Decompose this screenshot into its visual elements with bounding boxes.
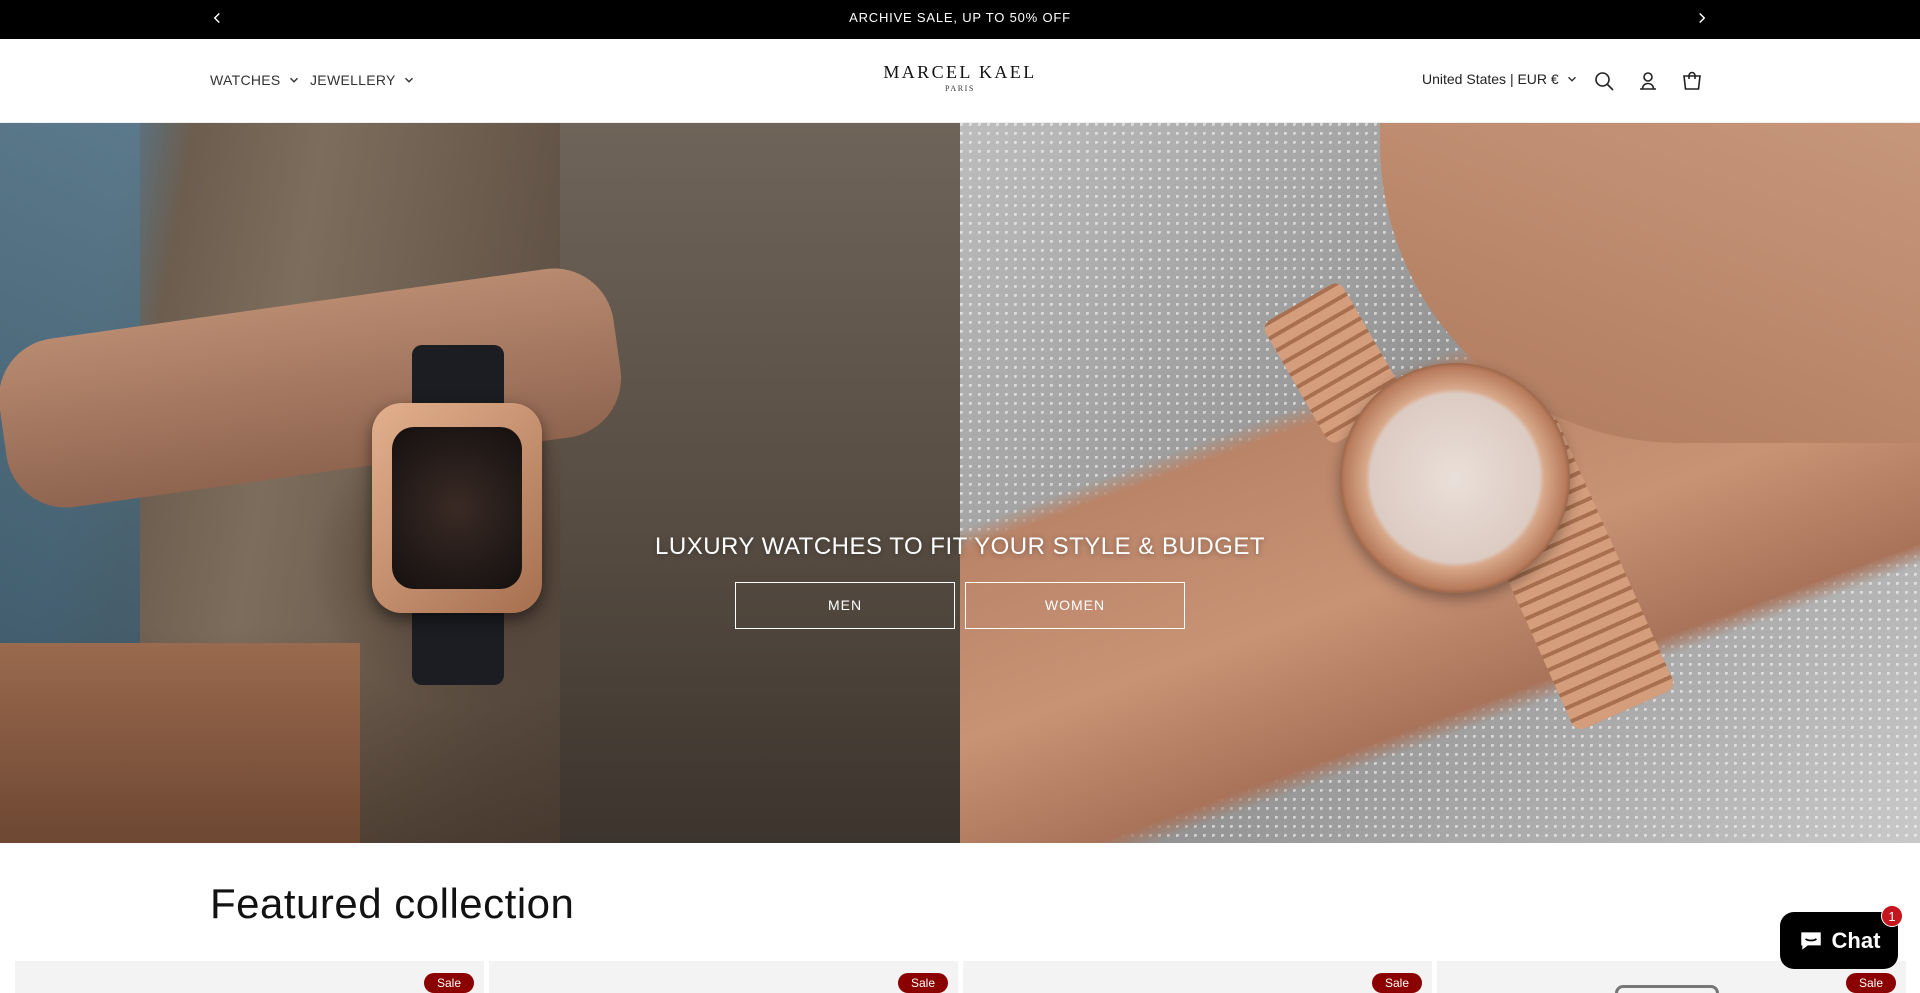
chat-notification-badge: 1 — [1881, 905, 1903, 927]
nav-jewellery[interactable]: JEWELLERY — [310, 72, 414, 88]
chevron-down-icon — [404, 77, 413, 83]
nav-jewellery-label: JEWELLERY — [310, 72, 396, 88]
logo[interactable]: MARCEL KAEL PARIS — [880, 63, 1040, 93]
product-card[interactable]: Sale — [15, 961, 484, 993]
hero-men-deck — [0, 643, 360, 843]
account-icon[interactable] — [1636, 69, 1660, 93]
chat-button[interactable]: Chat — [1780, 912, 1898, 969]
logo-subtitle: PARIS — [945, 84, 975, 93]
hero-men-sleeve — [560, 123, 960, 843]
shop-men-button[interactable]: MEN — [735, 582, 955, 629]
search-icon[interactable] — [1592, 69, 1616, 93]
product-card[interactable]: Sale — [489, 961, 958, 993]
announcement-text: ARCHIVE SALE, UP TO 50% OFF — [849, 10, 1071, 25]
chat-bubble-icon — [1800, 931, 1821, 950]
product-card[interactable]: Sale — [963, 961, 1432, 993]
announcement-bar: ARCHIVE SALE, UP TO 50% OFF — [0, 0, 1920, 39]
sale-badge: Sale — [1371, 973, 1422, 993]
nav-watches[interactable]: WATCHES — [210, 72, 299, 88]
chevron-down-icon — [1567, 76, 1576, 82]
site-header: WATCHES JEWELLERY MARCEL KAEL PARIS Unit… — [0, 39, 1920, 123]
locale-label: United States | EUR € — [1422, 71, 1559, 87]
chevron-right-icon[interactable] — [1693, 9, 1711, 27]
sale-badge: Sale — [897, 973, 948, 993]
chevron-down-icon — [289, 77, 298, 83]
hero-men-watch — [372, 403, 542, 613]
sale-badge: Sale — [423, 973, 474, 993]
shop-women-button[interactable]: WOMEN — [965, 582, 1185, 629]
nav-watches-label: WATCHES — [210, 72, 281, 88]
logo-brand: MARCEL KAEL — [883, 62, 1037, 82]
hero-banner — [0, 123, 1920, 843]
sale-badge: Sale — [1845, 973, 1896, 993]
locale-selector[interactable]: United States | EUR € — [1422, 71, 1577, 87]
watch-face — [392, 427, 522, 589]
cart-icon[interactable] — [1680, 69, 1704, 93]
featured-collection-title: Featured collection — [210, 880, 575, 927]
hero-title: LUXURY WATCHES TO FIT YOUR STYLE & BUDGE… — [655, 533, 1265, 560]
hero-men-watch-strap — [412, 605, 504, 685]
product-image — [1615, 985, 1719, 993]
chat-label: Chat — [1831, 927, 1881, 953]
